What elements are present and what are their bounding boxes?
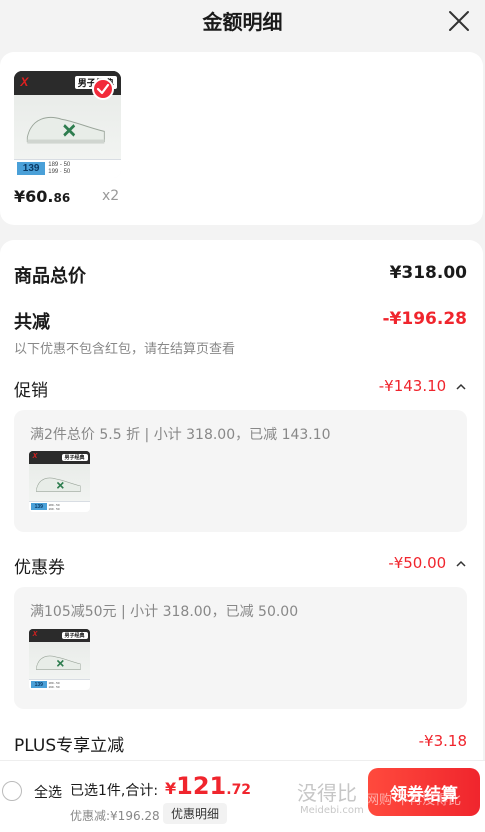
goods-total-label: 商品总价 [14, 266, 86, 287]
mini-line: 199 · 50 [48, 685, 60, 690]
mini-line: 199 · 50 [48, 507, 60, 512]
discount-detail-button[interactable]: 优惠明细 [163, 803, 228, 824]
item-price: ¥60.86 [14, 187, 71, 206]
badge-price: 139 [30, 503, 47, 511]
mini-line: 199 · 50 [48, 169, 71, 176]
discount-amount: 优惠减:¥196.28 [70, 809, 160, 823]
page-title: 金额明细 [202, 10, 283, 34]
coupon-desc: 满105减50元 | 小计 318.00，已减 50.00 [30, 604, 299, 620]
checkout-bar: 全选 已选1件,合计: ¥121.72 优惠减:¥196.28 优惠明细 没得比… [0, 760, 485, 832]
reduce-value: -¥196.28 [382, 309, 468, 329]
promotion-product-image: X 男子经典 139 189 - 50 199 · 50 [29, 451, 90, 512]
chevron-up-icon[interactable] [455, 383, 467, 391]
selected-summary: 已选1件,合计: [70, 783, 159, 799]
coupon-product-image: X 男子经典 139 189 - 50 199 · 50 [29, 629, 90, 690]
promotion-label: 促销 [14, 381, 48, 401]
selected-check-icon[interactable] [92, 78, 114, 100]
watermark-url: Meidebi.com [300, 805, 364, 816]
item-quantity: x2 [102, 188, 120, 204]
discount-note: 以下优惠不包含红包，请在结算页查看 [14, 342, 236, 357]
brand-logo: X [20, 75, 29, 90]
watermark: 没得比 [297, 781, 357, 805]
coupon-label: 优惠券 [14, 558, 65, 578]
total-price: ¥121.72 [165, 772, 252, 800]
promotion-desc: 满2件总价 5.5 折 | 小计 318.00，已减 143.10 [30, 427, 331, 443]
select-all-label[interactable]: 全选 [34, 782, 62, 802]
brand-logo: X [32, 453, 38, 461]
badge-price: 139 [17, 161, 46, 175]
shoe-illustration [26, 117, 105, 144]
coupon-value[interactable]: -¥50.00 [388, 554, 467, 572]
close-icon[interactable] [447, 9, 471, 33]
goods-total-value: ¥318.00 [389, 263, 467, 283]
brand-logo: X [32, 631, 38, 639]
badge-price: 139 [30, 681, 47, 689]
select-all-radio[interactable] [2, 781, 22, 801]
shoe-illustration [36, 655, 81, 670]
product-tag: 男子经典 [61, 632, 88, 640]
promotion-value[interactable]: -¥143.10 [379, 377, 467, 395]
watermark-overlay: 网购 不再没得比 [366, 793, 462, 808]
reduce-label: 共减 [14, 312, 50, 333]
mini-line: 189 - 50 [48, 161, 71, 168]
header: 金额明细 [0, 0, 485, 42]
product-tag: 男子经典 [61, 454, 88, 462]
shoe-illustration [36, 477, 81, 492]
plus-label: PLUS专享立减 [14, 736, 125, 756]
plus-value: -¥3.18 [418, 732, 467, 750]
chevron-up-icon[interactable] [455, 560, 467, 568]
